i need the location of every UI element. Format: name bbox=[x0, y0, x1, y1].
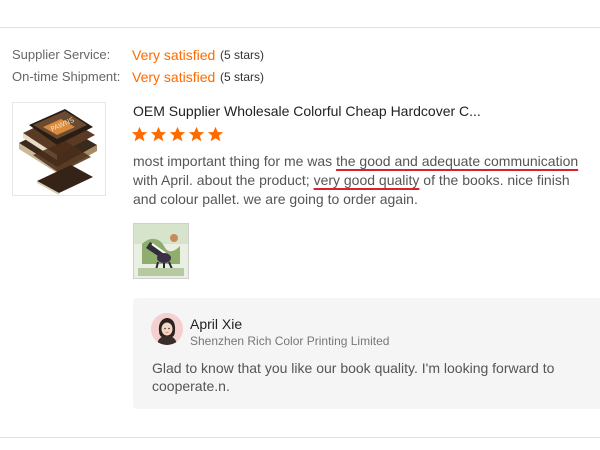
product-title-link[interactable]: OEM Supplier Wholesale Colorful Cheap Ha… bbox=[133, 101, 481, 121]
rating-stars-note: (5 stars) bbox=[220, 48, 265, 62]
review-text-part: with April. about the product; bbox=[133, 172, 314, 188]
hardcover-books-image: PAWNS bbox=[13, 103, 105, 195]
star-icon bbox=[169, 126, 186, 142]
review-photo-image bbox=[134, 224, 188, 278]
review-highlight: very good quality bbox=[313, 172, 420, 188]
reply-text: Glad to know that you like our book qual… bbox=[152, 360, 555, 394]
star-icon bbox=[207, 126, 224, 142]
rating-label: On-time Shipment: bbox=[12, 69, 121, 84]
review-highlight: the good and adequate communication bbox=[336, 153, 579, 169]
product-star-rating bbox=[131, 126, 224, 146]
avatar-icon bbox=[151, 313, 183, 345]
bottom-divider bbox=[0, 437, 600, 438]
review-card: Supplier Service: Very satisfied (5 star… bbox=[0, 0, 600, 450]
top-divider bbox=[0, 27, 600, 28]
supplier-reply: April Xie Shenzhen Rich Color Printing L… bbox=[133, 298, 600, 409]
reply-author-name: April Xie bbox=[190, 316, 243, 332]
rating-label: Supplier Service: bbox=[12, 47, 111, 62]
star-icon bbox=[150, 126, 167, 142]
product-thumbnail[interactable]: PAWNS bbox=[12, 102, 106, 196]
review-text: most important thing for me was the good… bbox=[133, 152, 595, 209]
review-text-part: most important thing for me was bbox=[133, 153, 337, 169]
review-photo-thumbnail[interactable] bbox=[133, 223, 189, 279]
reply-company-name: Shenzhen Rich Color Printing Limited bbox=[190, 334, 390, 348]
star-icon bbox=[131, 126, 148, 142]
rating-stars-note: (5 stars) bbox=[220, 70, 265, 84]
star-icon bbox=[188, 126, 205, 142]
rating-value: Very satisfied bbox=[132, 69, 216, 85]
rating-value: Very satisfied bbox=[132, 47, 216, 63]
